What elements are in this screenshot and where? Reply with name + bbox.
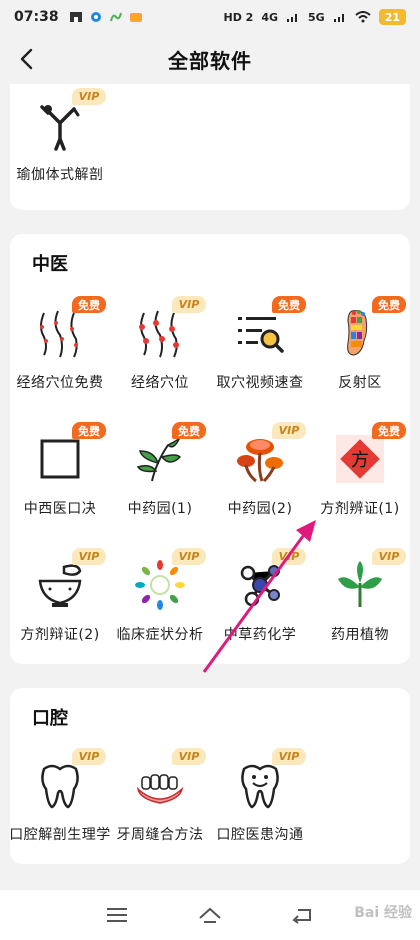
app-label: 中药园(1) (127, 501, 193, 517)
status-bar: 07:38 HD 2 4G 5G 21 (0, 0, 420, 34)
app-item-herb-garden-2[interactable]: VIP 中药园(2) (210, 418, 310, 538)
header: 全部软件 (0, 34, 420, 84)
app-item-meridian[interactable]: VIP 经络穴位 (110, 292, 210, 412)
app-item-formula-diagnosis-1[interactable]: 方 免费 方剂辨证(1) (310, 418, 410, 538)
app-item-meridian-free[interactable]: 免费 经络穴位免费 (10, 292, 110, 412)
menu-button[interactable] (97, 895, 137, 935)
foot-reflex-icon (347, 310, 368, 356)
app-item-periodontal-suture[interactable]: VIP 牙周缝合方法 (110, 744, 210, 864)
free-badge: 免费 (372, 296, 406, 313)
app-label: 牙周缝合方法 (116, 827, 204, 843)
app-item-yoga[interactable]: VIP 瑜伽体式解剖 (10, 84, 110, 204)
tooth-icon (41, 764, 79, 809)
home-button[interactable] (190, 895, 230, 935)
app-label: 口腔解剖生理学 (9, 827, 111, 843)
vip-badge: VIP (72, 748, 106, 765)
home-icon (199, 907, 221, 923)
vip-badge: VIP (172, 548, 206, 565)
vip-badge: VIP (172, 296, 206, 313)
app-label: 经络穴位 (131, 375, 189, 391)
menu-icon (106, 908, 127, 922)
app-item-acupoint-video[interactable]: 免费 取穴视频速查 (210, 292, 310, 412)
app-item-herbal-chemistry[interactable]: VIP 中草药化学 (210, 544, 310, 664)
signal-icon (333, 14, 344, 22)
app-label: 口腔医患沟通 (216, 827, 304, 843)
back-button[interactable] (10, 42, 44, 76)
square-outline-icon (40, 439, 80, 479)
notification-app-icon (129, 13, 142, 22)
mushroom-icon (237, 439, 283, 483)
app-item-reflex-zone[interactable]: 免费 反射区 (310, 292, 410, 412)
free-badge: 免费 (372, 422, 406, 439)
app-item-medicinal-plants[interactable]: VIP 药用植物 (310, 544, 410, 664)
return-button[interactable] (283, 895, 323, 935)
tcm-section-card: 中医 免费 经络穴位免费 VIP 经络穴位 免费 取穴视频速查 免费 反射区 免… (10, 234, 410, 664)
green-plant-icon (338, 561, 382, 607)
herb-leaves-icon (136, 436, 182, 482)
watermark: Bai 经验 (354, 905, 412, 921)
vip-badge: VIP (272, 422, 306, 439)
meridian-figure-icon (40, 310, 78, 358)
app-label: 瑜伽体式解剖 (16, 167, 104, 183)
notification-app-icon (69, 12, 82, 22)
top-card: VIP 瑜伽体式解剖 (10, 84, 410, 210)
wifi-icon (355, 11, 371, 23)
app-label: 中药园(2) (227, 501, 293, 517)
free-badge: 免费 (72, 422, 106, 439)
app-item-clinical-symptoms[interactable]: VIP 临床症状分析 (110, 544, 210, 664)
app-item-formula-diagnosis-2[interactable]: VIP 方剂辩证(2) (10, 544, 110, 664)
vip-badge: VIP (272, 548, 306, 565)
status-time: 07:38 (14, 9, 59, 25)
battery-indicator: 21 (378, 9, 406, 25)
vip-badge: VIP (172, 748, 206, 765)
free-badge: 免费 (172, 422, 206, 439)
vip-badge: VIP (72, 88, 106, 105)
app-item-oral-communication[interactable]: VIP 口腔医患沟通 (210, 744, 310, 864)
app-label: 取穴视频速查 (216, 375, 304, 391)
notification-app-icon (90, 12, 101, 22)
app-item-herb-garden-1[interactable]: 免费 中药园(1) (110, 418, 210, 538)
vip-badge: VIP (72, 548, 106, 565)
molecule-icon (240, 565, 280, 607)
colorful-wreath-icon (135, 560, 185, 610)
app-label: 中西医口决 (23, 501, 97, 517)
app-label: 药用植物 (331, 627, 389, 643)
smiling-tooth-icon (241, 764, 279, 809)
fang-glyph: 方 (351, 450, 369, 471)
free-badge: 免费 (272, 296, 306, 313)
search-list-icon (238, 317, 284, 353)
vip-badge: VIP (272, 748, 306, 765)
section-title: 中医 (32, 254, 68, 275)
dentures-icon (136, 774, 184, 804)
fang-character-icon: 方 (336, 435, 384, 483)
mortar-pestle-icon (38, 564, 82, 607)
signal-5g-label: 5G (308, 10, 325, 24)
vip-badge: VIP (372, 548, 406, 565)
app-item-tcm-western-formula[interactable]: 免费 中西医口决 (10, 418, 110, 538)
app-label: 反射区 (338, 375, 382, 391)
signal-icon (287, 14, 297, 22)
free-badge: 免费 (72, 296, 106, 313)
yoga-pose-icon (40, 105, 80, 151)
section-title: 口腔 (32, 708, 68, 729)
return-icon (292, 909, 312, 924)
app-label: 中草药化学 (223, 627, 297, 643)
app-label: 方剂辩证(2) (20, 627, 100, 643)
app-label: 经络穴位免费 (16, 375, 104, 391)
chevron-left-icon (20, 48, 33, 70)
app-label: 方剂辨证(1) (320, 501, 400, 517)
oral-section-card: 口腔 VIP 口腔解剖生理学 VIP 牙周缝合方法 VIP 口腔医患沟通 (9, 688, 410, 864)
signal-4g-label: 4G (261, 10, 278, 24)
meridian-figure-icon (139, 310, 179, 358)
app-item-oral-anatomy[interactable]: VIP 口腔解剖生理学 (9, 744, 111, 864)
page-title: 全部软件 (168, 48, 252, 73)
notification-app-icon (109, 12, 122, 22)
app-label: 临床症状分析 (116, 627, 204, 643)
network-indicator: HD 2 (223, 10, 254, 24)
